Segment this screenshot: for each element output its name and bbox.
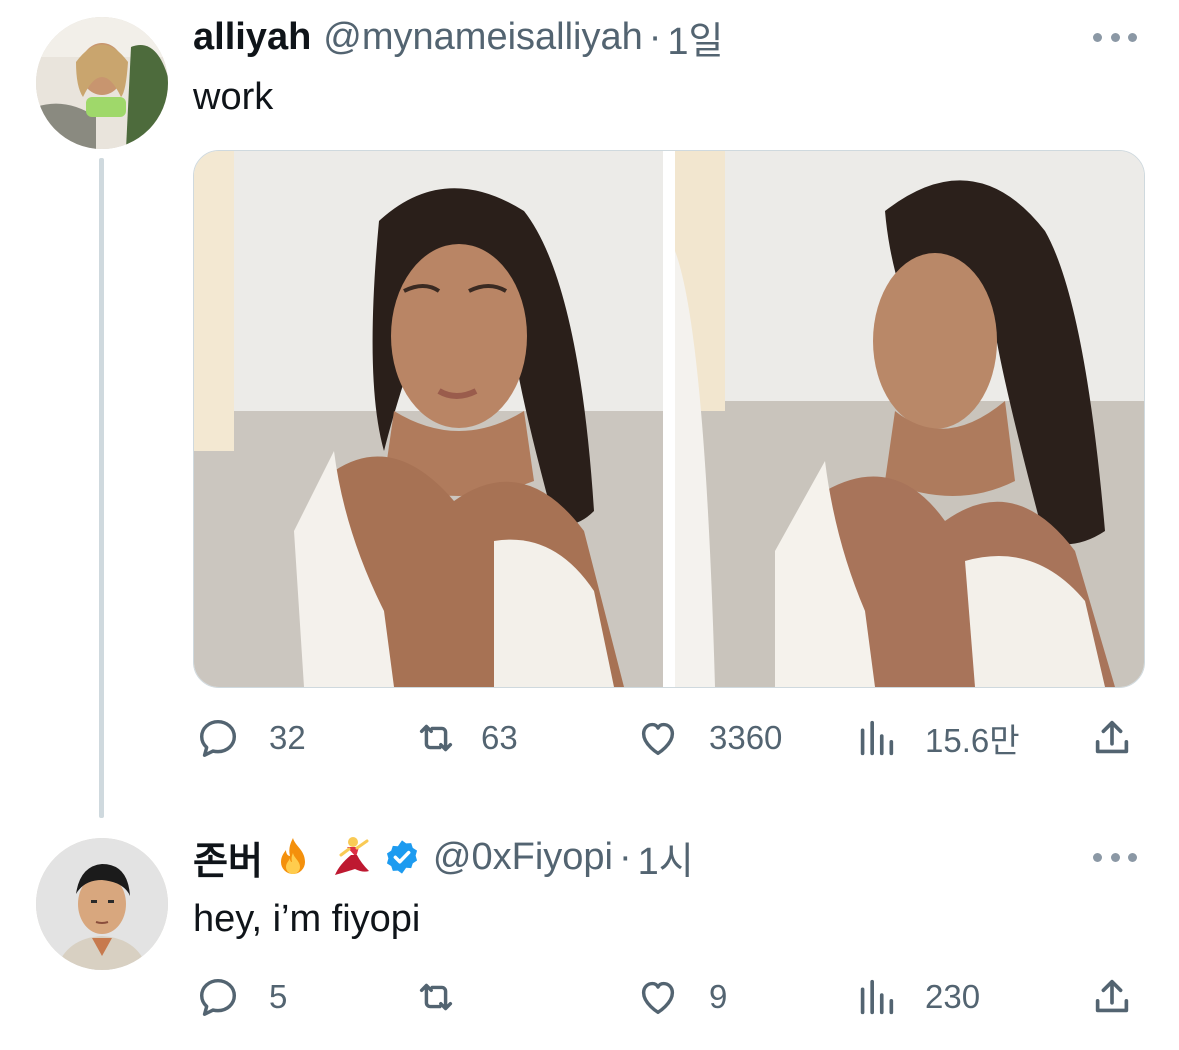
- media-photo[interactable]: [194, 151, 663, 687]
- like-count: 3360: [709, 719, 783, 756]
- reply-count: 5: [269, 978, 288, 1015]
- tweet-actions: 32 63 3360 15.6만: [193, 713, 1143, 763]
- tweet-text: work: [193, 76, 274, 118]
- reply-icon: [199, 978, 237, 1016]
- heart-icon: [641, 722, 675, 756]
- view-count: 230: [925, 978, 981, 1015]
- tweet-header: alliyah @mynameisalliyah · 1일: [193, 14, 724, 63]
- views-button[interactable]: 230: [853, 972, 980, 1022]
- share-icon: [1095, 979, 1129, 1013]
- share-button[interactable]: [1089, 713, 1135, 763]
- tweet[interactable]: 존버 @0xFiyopi · 1시 hey, i’m fiyopi 5 9 23…: [0, 820, 1179, 1050]
- media-grid: [193, 150, 1145, 688]
- retweet-icon: [419, 983, 453, 1011]
- dancer-emoji-icon: [334, 837, 369, 875]
- display-name[interactable]: alliyah: [193, 16, 311, 59]
- heart-icon: [641, 981, 675, 1015]
- tweet-actions: 5 9 230: [193, 972, 1143, 1022]
- retweet-count: 63: [481, 719, 518, 756]
- reply-button[interactable]: 32: [195, 713, 306, 763]
- avatar[interactable]: [36, 838, 168, 970]
- tweet[interactable]: alliyah @mynameisalliyah · 1일 work 32 63…: [0, 0, 1179, 818]
- verified-badge-icon[interactable]: [383, 838, 421, 876]
- timestamp[interactable]: 1일: [667, 10, 723, 65]
- display-name[interactable]: 존버: [193, 830, 263, 885]
- views-chart-icon: [860, 720, 894, 756]
- retweet-icon: [419, 724, 453, 752]
- share-icon: [1095, 720, 1129, 754]
- views-chart-icon: [860, 979, 894, 1015]
- retweet-button[interactable]: [413, 972, 481, 1022]
- more-options-icon[interactable]: [1093, 851, 1137, 863]
- like-count: 9: [709, 978, 728, 1015]
- view-count: 15.6만: [925, 722, 1020, 759]
- tweet-header: 존버 @0xFiyopi · 1시: [193, 834, 694, 883]
- reply-count: 32: [269, 719, 306, 756]
- reply-button[interactable]: 5: [195, 972, 287, 1022]
- retweet-button[interactable]: 63: [413, 713, 518, 763]
- timestamp[interactable]: 1시: [638, 830, 694, 885]
- reply-icon: [199, 719, 237, 757]
- media-photo[interactable]: [675, 151, 1144, 687]
- share-button[interactable]: [1089, 972, 1135, 1022]
- like-button[interactable]: 3360: [635, 713, 782, 763]
- user-handle[interactable]: @0xFiyopi: [433, 836, 613, 879]
- fire-emoji-icon: [280, 838, 305, 874]
- separator-dot: ·: [648, 15, 662, 58]
- separator-dot: ·: [619, 835, 632, 878]
- tweet-text: hey, i’m fiyopi: [193, 898, 421, 940]
- like-button[interactable]: 9: [635, 972, 727, 1022]
- more-options-icon[interactable]: [1093, 31, 1137, 43]
- views-button[interactable]: 15.6만: [853, 713, 1020, 763]
- avatar[interactable]: [36, 17, 168, 149]
- thread-connector-line: [99, 158, 104, 818]
- user-handle[interactable]: @mynameisalliyah: [323, 16, 642, 59]
